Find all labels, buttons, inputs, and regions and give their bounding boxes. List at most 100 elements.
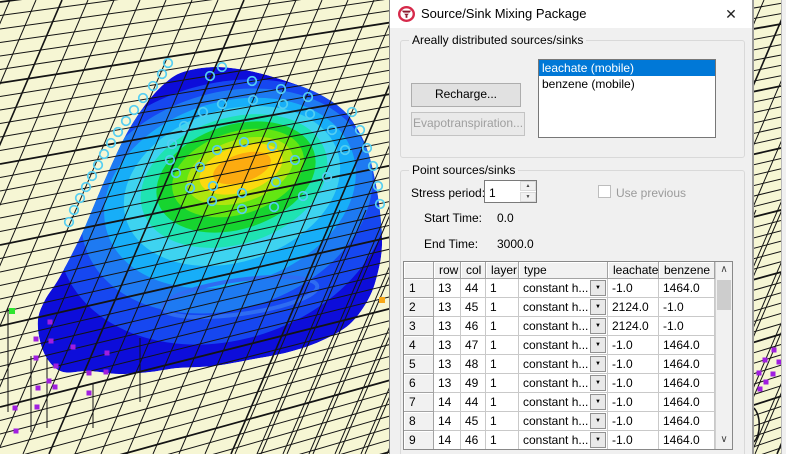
table-row: 1 13 44 1 constant h... ▼ -1.0 1464.0 [404, 279, 715, 298]
species-list-item[interactable]: leachate (mobile) [539, 60, 715, 76]
row-number-cell[interactable]: 5 [404, 355, 434, 374]
spin-up-button[interactable]: ▲ [520, 181, 536, 191]
cell-row[interactable]: 13 [434, 317, 461, 336]
dialog-titlebar[interactable]: Source/Sink Mixing Package ✕ [390, 0, 752, 28]
cell-row[interactable]: 13 [434, 298, 461, 317]
type-dropdown-button[interactable]: ▼ [590, 394, 606, 410]
cell-benzene[interactable]: 1464.0 [659, 393, 715, 412]
row-number-cell[interactable]: 3 [404, 317, 434, 336]
row-number-cell[interactable]: 4 [404, 336, 434, 355]
cell-col[interactable]: 44 [461, 393, 486, 412]
cell-layer[interactable]: 1 [486, 393, 519, 412]
cell-col[interactable]: 48 [461, 355, 486, 374]
table-row: 3 13 46 1 constant h... ▼ 2124.0 -1.0 [404, 317, 715, 336]
cell-leachate[interactable]: -1.0 [608, 374, 659, 393]
cell-leachate[interactable]: -1.0 [608, 393, 659, 412]
table-scrollbar[interactable]: ∧ ∨ [715, 262, 732, 449]
evapotranspiration-button[interactable]: Evapotranspiration... [411, 112, 525, 136]
cell-col[interactable]: 46 [461, 317, 486, 336]
cell-type[interactable]: constant h... ▼ [519, 412, 608, 431]
cell-row[interactable]: 13 [434, 374, 461, 393]
cell-layer[interactable]: 1 [486, 431, 519, 449]
cell-layer[interactable]: 1 [486, 317, 519, 336]
type-dropdown-button[interactable]: ▼ [590, 280, 606, 296]
table-row: 8 14 45 1 constant h... ▼ -1.0 1464.0 [404, 412, 715, 431]
cell-col[interactable]: 45 [461, 298, 486, 317]
species-list-item[interactable]: benzene (mobile) [539, 76, 715, 92]
cell-benzene[interactable]: 1464.0 [659, 279, 715, 298]
cell-benzene[interactable]: 1464.0 [659, 336, 715, 355]
type-dropdown-button[interactable]: ▼ [590, 413, 606, 429]
row-number-cell[interactable]: 2 [404, 298, 434, 317]
cell-layer[interactable]: 1 [486, 355, 519, 374]
type-dropdown-button[interactable]: ▼ [590, 375, 606, 391]
row-number-cell[interactable]: 7 [404, 393, 434, 412]
cell-type[interactable]: constant h... ▼ [519, 298, 608, 317]
cell-leachate[interactable]: 2124.0 [608, 317, 659, 336]
cell-type[interactable]: constant h... ▼ [519, 393, 608, 412]
cell-col[interactable]: 47 [461, 336, 486, 355]
cell-row[interactable]: 14 [434, 412, 461, 431]
cell-benzene[interactable]: 1464.0 [659, 374, 715, 393]
cell-row[interactable]: 14 [434, 431, 461, 449]
cell-benzene[interactable]: -1.0 [659, 317, 715, 336]
cell-benzene[interactable]: -1.0 [659, 298, 715, 317]
cell-type[interactable]: constant h... ▼ [519, 431, 608, 449]
scroll-up-arrow[interactable]: ∧ [716, 262, 732, 279]
cell-type[interactable]: constant h... ▼ [519, 374, 608, 393]
cell-layer[interactable]: 1 [486, 336, 519, 355]
cell-type[interactable]: constant h... ▼ [519, 355, 608, 374]
scroll-down-arrow[interactable]: ∨ [716, 432, 732, 449]
close-button[interactable]: ✕ [718, 3, 744, 25]
cell-type[interactable]: constant h... ▼ [519, 336, 608, 355]
cell-layer[interactable]: 1 [486, 412, 519, 431]
column-header-col: col [461, 262, 486, 279]
use-previous-checkbox[interactable] [598, 185, 611, 198]
cell-row[interactable]: 13 [434, 279, 461, 298]
cell-benzene[interactable]: 1464.0 [659, 412, 715, 431]
recharge-button[interactable]: Recharge... [411, 83, 521, 107]
cell-layer[interactable]: 1 [486, 374, 519, 393]
cell-type[interactable]: constant h... ▼ [519, 279, 608, 298]
cell-leachate[interactable]: -1.0 [608, 412, 659, 431]
row-number-cell[interactable]: 1 [404, 279, 434, 298]
cell-leachate[interactable]: 2124.0 [608, 298, 659, 317]
cell-col[interactable]: 49 [461, 374, 486, 393]
cell-col[interactable]: 45 [461, 412, 486, 431]
cell-col[interactable]: 44 [461, 279, 486, 298]
cell-row[interactable]: 14 [434, 393, 461, 412]
species-listbox[interactable]: leachate (mobile) benzene (mobile) [538, 59, 716, 138]
type-value: constant h... [523, 376, 589, 390]
type-dropdown-button[interactable]: ▼ [590, 299, 606, 315]
cell-benzene[interactable]: 1464.0 [659, 355, 715, 374]
cell-leachate[interactable]: -1.0 [608, 279, 659, 298]
well-marker [763, 379, 769, 385]
cell-layer[interactable]: 1 [486, 279, 519, 298]
spin-down-button[interactable]: ▼ [520, 192, 536, 202]
cell-type[interactable]: constant h... ▼ [519, 317, 608, 336]
cell-layer[interactable]: 1 [486, 298, 519, 317]
type-dropdown-button[interactable]: ▼ [590, 318, 606, 334]
cell-col[interactable]: 46 [461, 431, 486, 449]
well-marker [756, 370, 762, 376]
end-time-value: 3000.0 [497, 237, 534, 251]
cell-benzene[interactable]: 1464.0 [659, 431, 715, 449]
row-number-cell[interactable]: 6 [404, 374, 434, 393]
scroll-thumb[interactable] [717, 280, 731, 310]
stress-period-spinbox: ▲ ▼ [484, 180, 537, 203]
cell-row[interactable]: 13 [434, 336, 461, 355]
type-dropdown-button[interactable]: ▼ [590, 432, 606, 448]
table-grid: row col layer type leachate benzene 1 13 44 1 cons… [404, 262, 715, 449]
well-marker [86, 390, 92, 396]
cell-leachate[interactable]: -1.0 [608, 336, 659, 355]
type-dropdown-button[interactable]: ▼ [590, 337, 606, 353]
row-number-cell[interactable]: 9 [404, 431, 434, 449]
row-number-cell[interactable]: 8 [404, 412, 434, 431]
well-marker [757, 386, 763, 392]
cell-leachate[interactable]: -1.0 [608, 355, 659, 374]
cell-leachate[interactable]: -1.0 [608, 431, 659, 449]
well-marker [33, 336, 39, 342]
cell-row[interactable]: 13 [434, 355, 461, 374]
type-dropdown-button[interactable]: ▼ [590, 356, 606, 372]
stress-period-input[interactable] [485, 181, 518, 202]
